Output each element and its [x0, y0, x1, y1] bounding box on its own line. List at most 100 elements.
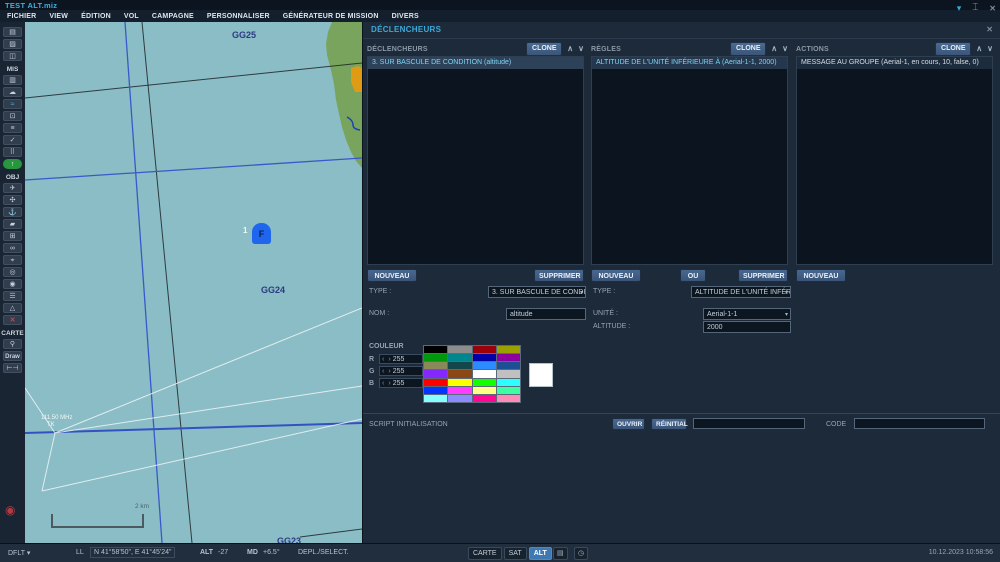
vehicle-icon[interactable]: ▰	[3, 219, 22, 229]
draw-button[interactable]: Draw	[3, 351, 22, 361]
move-down-icon[interactable]: ∨	[578, 43, 584, 55]
palette-swatch[interactable]	[424, 370, 448, 378]
clone-action-button[interactable]: CLONE	[935, 42, 972, 56]
new-mission-icon[interactable]: ▤	[3, 27, 22, 37]
delete-icon[interactable]: ✕	[3, 315, 22, 325]
layer-toggle-alt[interactable]: ALT	[528, 547, 552, 560]
briefing-icon[interactable]: ▥	[3, 75, 22, 85]
palette-swatch[interactable]	[472, 370, 496, 378]
script-code-input[interactable]	[854, 418, 985, 429]
menu-item-fichier[interactable]: FICHIER	[7, 13, 36, 20]
delete-trigger-button[interactable]: SUPPRIMER	[534, 269, 584, 282]
move-down-icon[interactable]: ∨	[987, 43, 993, 55]
trigger-type-select[interactable]: 3. SUR BASCULE DE CONDITI ▾	[488, 286, 586, 298]
palette-swatch[interactable]	[472, 346, 496, 354]
new-trigger-button[interactable]: NOUVEAU	[367, 269, 417, 282]
palette-swatch[interactable]	[424, 354, 448, 362]
route-tool-icon[interactable]: ≈	[3, 99, 22, 109]
palette-swatch[interactable]	[496, 386, 520, 394]
palette-swatch[interactable]	[472, 394, 496, 402]
panel-close-icon[interactable]: ✕	[986, 25, 993, 34]
palette-swatch[interactable]	[448, 386, 472, 394]
or-rule-button[interactable]: OU	[680, 269, 706, 282]
payload-icon[interactable]: ≡	[3, 123, 22, 133]
palette-swatch[interactable]	[496, 394, 520, 402]
save-mission-icon[interactable]: ◫	[3, 51, 22, 61]
delete-rule-button[interactable]: SUPPRIMER	[738, 269, 788, 282]
move-up-icon[interactable]: ∧	[771, 43, 777, 55]
ruler-icon[interactable]: ⊢⊣	[3, 363, 22, 373]
palette-swatch[interactable]	[472, 386, 496, 394]
static-object-icon[interactable]: ⊞	[3, 231, 22, 241]
palette-swatch[interactable]	[424, 394, 448, 402]
menu-item-view[interactable]: VIEW	[49, 13, 68, 20]
screen-icon[interactable]: ▤	[553, 547, 568, 560]
convoy-icon[interactable]: ∞	[3, 243, 22, 253]
palette-swatch[interactable]	[448, 378, 472, 386]
waypoint-icon[interactable]: ⌖	[3, 255, 22, 265]
actions-list[interactable]: MESSAGE AU GROUPE (Aerial-1, en cours, 1…	[796, 56, 993, 265]
palette-swatch[interactable]	[424, 378, 448, 386]
triggers-list[interactable]: 3. SUR BASCULE DE CONDITION (altitude)	[367, 56, 584, 265]
rule-list-item[interactable]: ALTITUDE DE L'UNITÉ INFÉRIEURE À (Aerial…	[592, 57, 787, 69]
profile-dropdown[interactable]: DFLT ▾	[8, 549, 30, 557]
zone-icon[interactable]: ◎	[3, 267, 22, 277]
shapes-icon[interactable]: △	[3, 303, 22, 313]
aircraft-unit-icon[interactable]: F	[252, 223, 271, 244]
clone-rule-button[interactable]: CLONE	[730, 42, 767, 56]
reset-script-button[interactable]: RÉINITIAL	[651, 418, 688, 430]
action-list-item[interactable]: MESSAGE AU GROUPE (Aerial-1, en cours, 1…	[797, 57, 992, 69]
palette-swatch[interactable]	[448, 394, 472, 402]
menu-item--dition[interactable]: ÉDITION	[81, 13, 111, 20]
green-channel-stepper[interactable]: ‹ › 255	[379, 366, 423, 376]
open-mission-icon[interactable]: ▨	[3, 39, 22, 49]
blue-channel-stepper[interactable]: ‹ › 255	[379, 378, 423, 388]
menu-item-campagne[interactable]: CAMPAGNE	[152, 13, 194, 20]
menu-item-g-n-rateur-de-mission[interactable]: GÉNÉRATEUR DE MISSION	[283, 13, 379, 20]
new-rule-button[interactable]: NOUVEAU	[591, 269, 641, 282]
small-zone-icon[interactable]: ◉	[3, 279, 22, 289]
bullseye-icon[interactable]: ⊡	[3, 111, 22, 121]
map-canvas[interactable]: GG25 GG24 GG23 111.50 MHz TK 2 km F 1	[25, 22, 362, 543]
clock-icon[interactable]: ◷	[574, 547, 589, 560]
layer-toggle-carte[interactable]: CARTE	[468, 547, 502, 560]
altitude-input[interactable]: 2000	[703, 321, 791, 333]
helicopter-icon[interactable]: ✣	[3, 195, 22, 205]
upload-icon[interactable]: ↑	[3, 159, 22, 169]
palette-swatch[interactable]	[424, 386, 448, 394]
menu-item-divers[interactable]: DIVERS	[392, 13, 419, 20]
palette-swatch[interactable]	[424, 346, 448, 354]
summary-icon[interactable]: ⠿	[3, 147, 22, 157]
move-up-icon[interactable]: ∧	[976, 43, 982, 55]
layer-toggle-sat[interactable]: SAT	[503, 547, 527, 560]
red-channel-stepper[interactable]: ‹ › 255	[379, 354, 423, 364]
script-path-input[interactable]	[693, 418, 805, 429]
weather-icon[interactable]: ☁	[3, 87, 22, 97]
palette-swatch[interactable]	[496, 370, 520, 378]
sequence-icon[interactable]: ☰	[3, 291, 22, 301]
palette-swatch[interactable]	[448, 354, 472, 362]
palette-swatch[interactable]	[448, 370, 472, 378]
palette-swatch[interactable]	[496, 362, 520, 370]
move-up-icon[interactable]: ∧	[567, 43, 573, 55]
move-down-icon[interactable]: ∨	[782, 43, 788, 55]
unit-select[interactable]: Aerial-1-1 ▾	[703, 308, 791, 320]
window-close-icon[interactable]: ✕	[989, 4, 996, 13]
trigger-name-input[interactable]: altitude	[506, 308, 586, 320]
record-icon[interactable]: ◉	[5, 504, 15, 516]
clone-trigger-button[interactable]: CLONE	[526, 42, 563, 56]
trigger-list-item[interactable]: 3. SUR BASCULE DE CONDITION (altitude)	[368, 57, 583, 69]
rule-type-select[interactable]: ALTITUDE DE L'UNITÉ INFÉRI ▾	[691, 286, 791, 298]
palette-swatch[interactable]	[424, 362, 448, 370]
palette-swatch[interactable]	[472, 354, 496, 362]
open-script-button[interactable]: OUVRIR	[612, 418, 645, 430]
airplane-icon[interactable]: ✈	[3, 183, 22, 193]
goals-check-icon[interactable]: ✓	[3, 135, 22, 145]
palette-swatch[interactable]	[496, 378, 520, 386]
rules-list[interactable]: ALTITUDE DE L'UNITÉ INFÉRIEURE À (Aerial…	[591, 56, 788, 265]
menu-item-personnaliser[interactable]: PERSONNALISER	[207, 13, 270, 20]
palette-swatch[interactable]	[472, 378, 496, 386]
ship-icon[interactable]: ⚓	[3, 207, 22, 217]
palette-swatch[interactable]	[496, 354, 520, 362]
new-action-button[interactable]: NOUVEAU	[796, 269, 846, 282]
